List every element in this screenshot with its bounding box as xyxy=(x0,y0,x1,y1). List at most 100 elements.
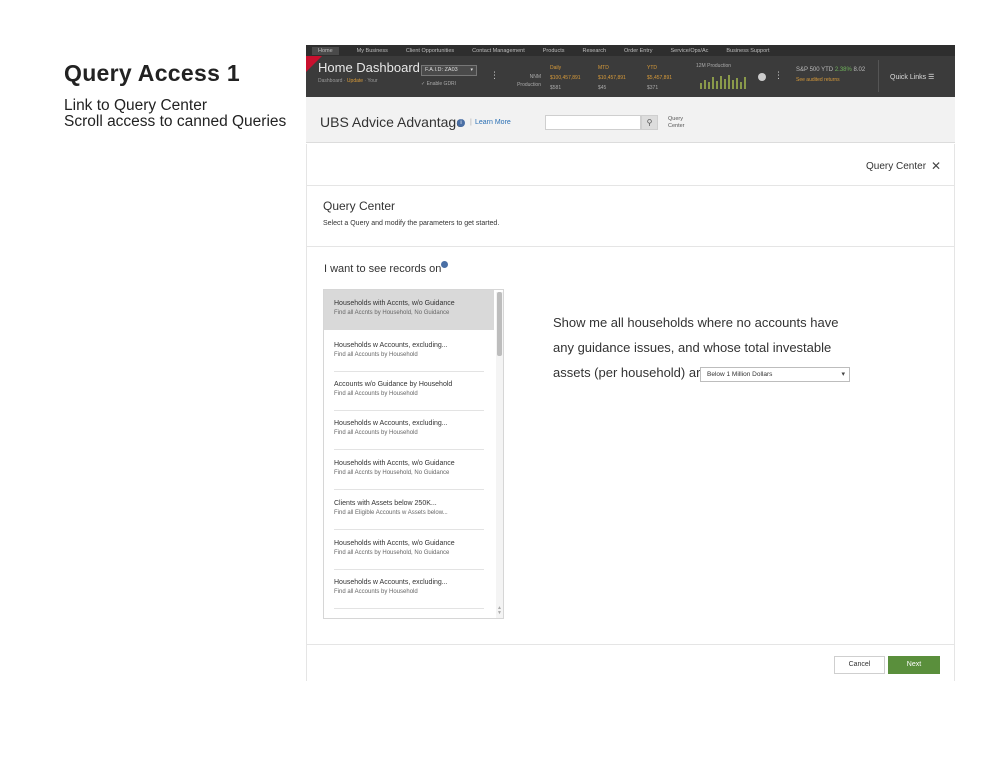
annotation-line-2: Scroll access to canned Queries xyxy=(64,113,287,130)
learn-more-link[interactable]: Learn More xyxy=(475,119,511,126)
list-item-subtitle: Find all Accounts by Household xyxy=(334,391,418,397)
kpi-daily-sub: $581 xyxy=(550,85,562,91)
nav-link-order-entry[interactable]: Order Entry xyxy=(624,48,652,54)
query-center-link-line1: Query xyxy=(668,116,683,122)
list-item-title: Households with Accnts, w/o Guidance xyxy=(334,460,455,467)
list-item-title: Households w Accounts, excluding... xyxy=(334,420,448,427)
nav-links: Home My Business Client Opportunities Co… xyxy=(306,45,955,56)
scroll-arrows-icon[interactable]: ▲ ▼ xyxy=(496,606,503,616)
list-item[interactable]: Households with Accnts, w/o Guidance Fin… xyxy=(324,450,494,490)
annotation-title: Query Access 1 xyxy=(64,60,240,86)
query-center-panel: Query Center ✕ Query Center Select a Que… xyxy=(306,144,955,681)
list-item[interactable]: Households w Accounts, excluding... Find… xyxy=(324,569,494,609)
spark-bar xyxy=(716,81,718,89)
close-icon[interactable]: ✕ xyxy=(931,159,941,173)
spark-bar xyxy=(732,80,734,89)
nav-link-service-ops[interactable]: Service/Ops/Ac xyxy=(670,48,708,54)
nav-link-client-opportunities[interactable]: Client Opportunities xyxy=(406,48,454,54)
panel-subtitle: Select a Query and modify the parameters… xyxy=(323,220,500,227)
spark-bar xyxy=(728,75,730,89)
advice-info-icon[interactable]: i xyxy=(457,119,465,127)
subtitle-your: Your xyxy=(367,78,378,84)
faid-label: F.A.I.D: xyxy=(425,67,444,73)
dashboard-title: Home Dashboard xyxy=(318,60,420,75)
nav-link-products[interactable]: Products xyxy=(543,48,565,54)
list-item[interactable]: Households with Accnts, w/o Guidance Fin… xyxy=(324,290,494,330)
subtitle-update-link[interactable]: Update xyxy=(347,78,363,84)
sp-index-points: 8.02 xyxy=(853,67,866,73)
app-window: Home My Business Client Opportunities Co… xyxy=(306,45,955,681)
enable-gdri-label: Enable GDRI xyxy=(426,81,457,87)
list-item-subtitle: Find all Accnts by Household, No Guidanc… xyxy=(334,310,450,316)
next-button[interactable]: Next xyxy=(888,656,940,674)
list-item-title: Households w Accounts, excluding... xyxy=(334,579,448,586)
subtitle-dashboard: Dashboard xyxy=(318,78,343,84)
spark-bar xyxy=(704,80,706,89)
hamburger-icon: ☰ xyxy=(928,74,935,81)
list-item[interactable]: Households w Accounts, excluding... Find… xyxy=(324,332,494,372)
kpi-daily-value: $100,457,891 xyxy=(550,75,581,81)
list-item-title: Clients with Assets below 250K... xyxy=(334,500,437,507)
scrollbar-thumb[interactable] xyxy=(497,292,502,356)
spark-bar xyxy=(724,79,726,89)
info-icon[interactable] xyxy=(758,73,766,81)
sp-audited-link[interactable]: See audited returns xyxy=(796,77,840,83)
annotation-description: Link to Query Center Scroll access to ca… xyxy=(64,98,287,130)
list-item-subtitle: Find all Eligible Accounts w Assets belo… xyxy=(334,510,448,516)
nav-link-business-support[interactable]: Business Support xyxy=(726,48,769,54)
sentence-line-1: Show me all households where no accounts… xyxy=(553,315,839,330)
nav-link-contact-management[interactable]: Contact Management xyxy=(472,48,525,54)
kpi-ytd-label: YTD xyxy=(647,65,657,71)
list-item[interactable]: Clients with Assets below 250K... Find a… xyxy=(324,490,494,530)
nav-link-home[interactable]: Home xyxy=(312,46,339,55)
list-item[interactable]: Households with Accnts, w/o Guidance Fin… xyxy=(324,530,494,570)
kpi-label-nnm: NNM xyxy=(529,74,541,80)
kpi-label-production: Production xyxy=(517,82,541,88)
sp-index: S&P 500 YTD 2.38% 8.02 xyxy=(796,67,865,73)
search-icon[interactable]: ⚲ xyxy=(641,115,658,130)
kpi-daily[interactable]: Daily $100,457,891 $581 xyxy=(550,63,581,93)
faid-value: ZA03 xyxy=(444,67,458,73)
list-item[interactable]: Accounts w/o Guidance by Household Find … xyxy=(324,371,494,411)
dashboard-subtitle: Dashboard · Update · Your xyxy=(318,78,378,84)
kebab-menu-icon[interactable]: ⋮ xyxy=(490,70,499,81)
list-item-title: Households with Accnts, w/o Guidance xyxy=(334,300,455,307)
panel-title: Query Center xyxy=(323,199,396,213)
query-list[interactable]: Households with Accnts, w/o Guidance Fin… xyxy=(323,289,504,619)
advice-bar: UBS Advice Advantage i | Learn More ⚲ Qu… xyxy=(306,97,955,143)
assets-dropdown[interactable]: Below 1 Million Dollars ▾ xyxy=(700,367,850,382)
sp-index-label: S&P 500 YTD xyxy=(796,67,834,73)
caret-down-icon: ▾ xyxy=(841,371,845,378)
enable-gdri-checkbox[interactable]: ✓ Enable GDRI xyxy=(421,81,456,87)
spark-bar xyxy=(744,77,746,89)
kebab-menu-icon-2[interactable]: ⋮ xyxy=(774,70,783,81)
assets-dropdown-value: Below 1 Million Dollars xyxy=(707,371,773,378)
faid-select[interactable]: F.A.I.D: ZA03 xyxy=(421,65,477,76)
spark-bar xyxy=(708,82,710,89)
kpi-ytd[interactable]: YTD $5,457,891 $371 xyxy=(647,63,672,93)
kpi-mtd-label: MTD xyxy=(598,65,609,71)
list-item-subtitle: Find all Accounts by Household xyxy=(334,430,418,436)
kpi-mtd-sub: $45 xyxy=(598,85,607,91)
top-navigation: Home My Business Client Opportunities Co… xyxy=(306,45,955,97)
list-divider xyxy=(334,608,484,609)
quick-links-label: Quick Links xyxy=(890,74,927,81)
advice-title: UBS Advice Advantage xyxy=(320,114,464,130)
query-center-link[interactable]: Query Center xyxy=(668,116,685,130)
spark-bar xyxy=(720,76,722,89)
nav-link-research[interactable]: Research xyxy=(582,48,606,54)
list-scrollbar[interactable]: ▲ ▼ xyxy=(496,292,503,618)
kpi-mtd[interactable]: MTD $10,457,891 $45 xyxy=(598,63,626,93)
list-item-subtitle: Find all Accnts by Household, No Guidanc… xyxy=(334,470,450,476)
advice-search-input[interactable] xyxy=(545,115,641,130)
kpi-mtd-value: $10,457,891 xyxy=(598,75,626,81)
list-item-subtitle: Find all Accounts by Household xyxy=(334,352,418,358)
prompt-info-icon[interactable] xyxy=(441,261,448,268)
cancel-button[interactable]: Cancel xyxy=(834,656,885,674)
nav-link-my-business[interactable]: My Business xyxy=(357,48,388,54)
list-item-subtitle: Find all Accounts by Household xyxy=(334,589,418,595)
quick-links-button[interactable]: Quick Links ☰ xyxy=(890,73,934,81)
kpi-daily-label: Daily xyxy=(550,65,562,71)
panel-header: Query Center ✕ xyxy=(307,144,954,186)
list-item[interactable]: Households w Accounts, excluding... Find… xyxy=(324,410,494,450)
